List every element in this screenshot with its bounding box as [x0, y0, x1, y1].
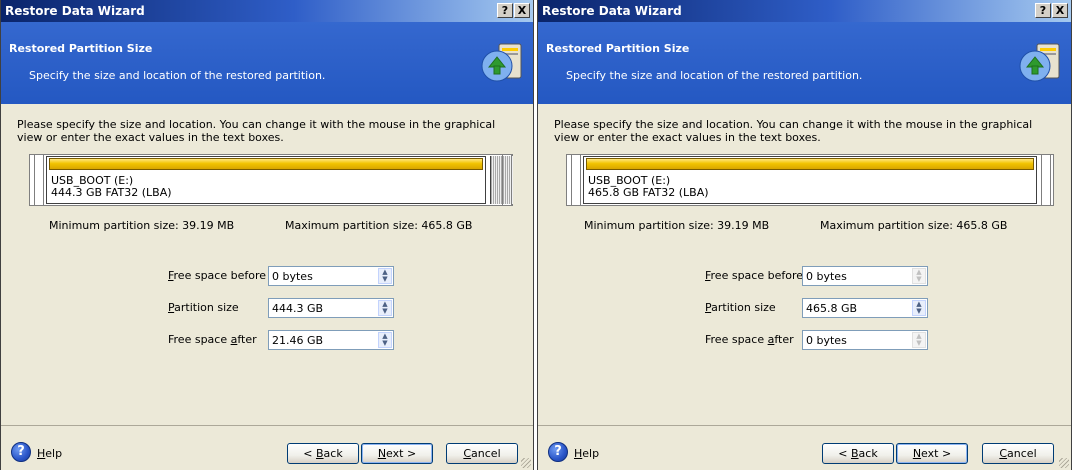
- free-space-before-spinner[interactable]: ▲ ▼: [912, 268, 926, 284]
- header-title: Restored Partition Size: [9, 42, 153, 55]
- close-button[interactable]: X: [514, 3, 530, 18]
- free-space-after-input[interactable]: 0 bytes ▲ ▼: [802, 330, 928, 350]
- free-space-before-row: Free space before 0 bytes ▲ ▼: [705, 266, 935, 287]
- partition-size-row: Partition size 444.3 GB ▲ ▼: [168, 298, 398, 319]
- title-bar[interactable]: Restore Data Wizard ? X: [538, 0, 1071, 22]
- free-space-before-value: 0 bytes: [806, 270, 847, 283]
- header-subtitle: Specify the size and location of the res…: [29, 69, 326, 82]
- partition-size-label: Partition size: [168, 301, 239, 314]
- header-subtitle: Specify the size and location of the res…: [566, 69, 863, 82]
- free-space-end-rail: [502, 155, 512, 205]
- restore-wizard-icon: [481, 43, 522, 82]
- partition-size-value: 444.3 GB: [272, 302, 324, 315]
- window-title: Restore Data Wizard: [542, 4, 682, 18]
- title-bar[interactable]: Restore Data Wizard ? X: [1, 0, 533, 22]
- wizard-header: Restored Partition Size Specify the size…: [538, 22, 1071, 104]
- minimum-partition-size: Minimum partition size: 39.19 MB: [584, 219, 770, 232]
- help-title-button[interactable]: ?: [1035, 3, 1051, 18]
- partition-info: 465.8 GB FAT32 (LBA): [588, 186, 709, 199]
- free-space-after-row: Free space after 0 bytes ▲ ▼: [705, 330, 935, 351]
- free-space-after-input[interactable]: 21.46 GB ▲ ▼: [268, 330, 394, 350]
- help-link[interactable]: Help: [574, 447, 599, 460]
- resize-grip[interactable]: [521, 458, 531, 468]
- free-space-before-row: Free space before 0 bytes ▲ ▼: [168, 266, 398, 287]
- free-space-before-rail: [34, 155, 44, 205]
- footer-divider: [538, 425, 1071, 426]
- instructions-text: Please specify the size and location. Yo…: [554, 118, 1033, 144]
- free-space-before-value: 0 bytes: [272, 270, 313, 283]
- restore-wizard-icon: [1019, 43, 1060, 82]
- partition-info: 444.3 GB FAT32 (LBA): [51, 186, 172, 199]
- partition-resize-bar[interactable]: [586, 158, 1034, 170]
- partition-size-input[interactable]: 444.3 GB ▲ ▼: [268, 298, 394, 318]
- partition-size-input[interactable]: 465.8 GB ▲ ▼: [802, 298, 928, 318]
- free-space-end-rail: [1041, 155, 1051, 205]
- free-space-after-value: 0 bytes: [806, 334, 847, 347]
- partition-block[interactable]: USB_BOOT (E:) 465.8 GB FAT32 (LBA): [583, 156, 1037, 204]
- free-space-after-label: Free space after: [168, 333, 257, 346]
- resize-grip[interactable]: [1059, 458, 1069, 468]
- close-button[interactable]: X: [1052, 3, 1068, 18]
- partition-size-spinner[interactable]: ▲ ▼: [912, 300, 926, 316]
- partition-block[interactable]: USB_BOOT (E:) 444.3 GB FAT32 (LBA): [46, 156, 486, 204]
- partition-size-label: Partition size: [705, 301, 776, 314]
- free-space-after-row: Free space after 21.46 GB ▲ ▼: [168, 330, 398, 351]
- cancel-button[interactable]: Cancel: [982, 443, 1054, 464]
- next-button[interactable]: Next >: [361, 443, 433, 464]
- free-space-before-input[interactable]: 0 bytes ▲ ▼: [268, 266, 394, 286]
- free-space-after-spinner[interactable]: ▲ ▼: [912, 332, 926, 348]
- partition-graphical-view[interactable]: USB_BOOT (E:) 444.3 GB FAT32 (LBA): [29, 154, 513, 206]
- free-space-after-label: Free space after: [705, 333, 794, 346]
- window-title: Restore Data Wizard: [5, 4, 145, 18]
- free-space-before-label: Free space before: [705, 269, 804, 282]
- next-button[interactable]: Next >: [896, 443, 968, 464]
- help-link[interactable]: Help: [37, 447, 62, 460]
- help-title-button[interactable]: ?: [497, 3, 513, 18]
- wizard-header: Restored Partition Size Specify the size…: [1, 22, 533, 104]
- help-icon[interactable]: ?: [11, 442, 31, 462]
- free-space-before-spinner[interactable]: ▲ ▼: [378, 268, 392, 284]
- back-button[interactable]: < Back: [287, 443, 359, 464]
- maximum-partition-size: Maximum partition size: 465.8 GB: [285, 219, 473, 232]
- cancel-button[interactable]: Cancel: [446, 443, 518, 464]
- free-space-before-rail: [571, 155, 581, 205]
- maximum-partition-size: Maximum partition size: 465.8 GB: [820, 219, 1008, 232]
- partition-size-spinner[interactable]: ▲ ▼: [378, 300, 392, 316]
- partition-size-value: 465.8 GB: [806, 302, 858, 315]
- restore-wizard-window-right: Restore Data Wizard ? X Restored Partiti…: [537, 0, 1072, 470]
- free-space-after-value: 21.46 GB: [272, 334, 324, 347]
- free-space-before-input[interactable]: 0 bytes ▲ ▼: [802, 266, 928, 286]
- back-button[interactable]: < Back: [822, 443, 894, 464]
- partition-size-row: Partition size 465.8 GB ▲ ▼: [705, 298, 935, 319]
- free-space-after-spinner[interactable]: ▲ ▼: [378, 332, 392, 348]
- restore-wizard-window-left: Restore Data Wizard ? X Restored Partiti…: [0, 0, 534, 470]
- minimum-partition-size: Minimum partition size: 39.19 MB: [49, 219, 235, 232]
- partition-graphical-view[interactable]: USB_BOOT (E:) 465.8 GB FAT32 (LBA): [566, 154, 1054, 206]
- partition-resize-bar[interactable]: [49, 158, 483, 170]
- header-title: Restored Partition Size: [546, 42, 690, 55]
- instructions-text: Please specify the size and location. Yo…: [17, 118, 496, 144]
- free-space-before-label: Free space before: [168, 269, 267, 282]
- footer-divider: [1, 425, 533, 426]
- help-icon[interactable]: ?: [548, 442, 568, 462]
